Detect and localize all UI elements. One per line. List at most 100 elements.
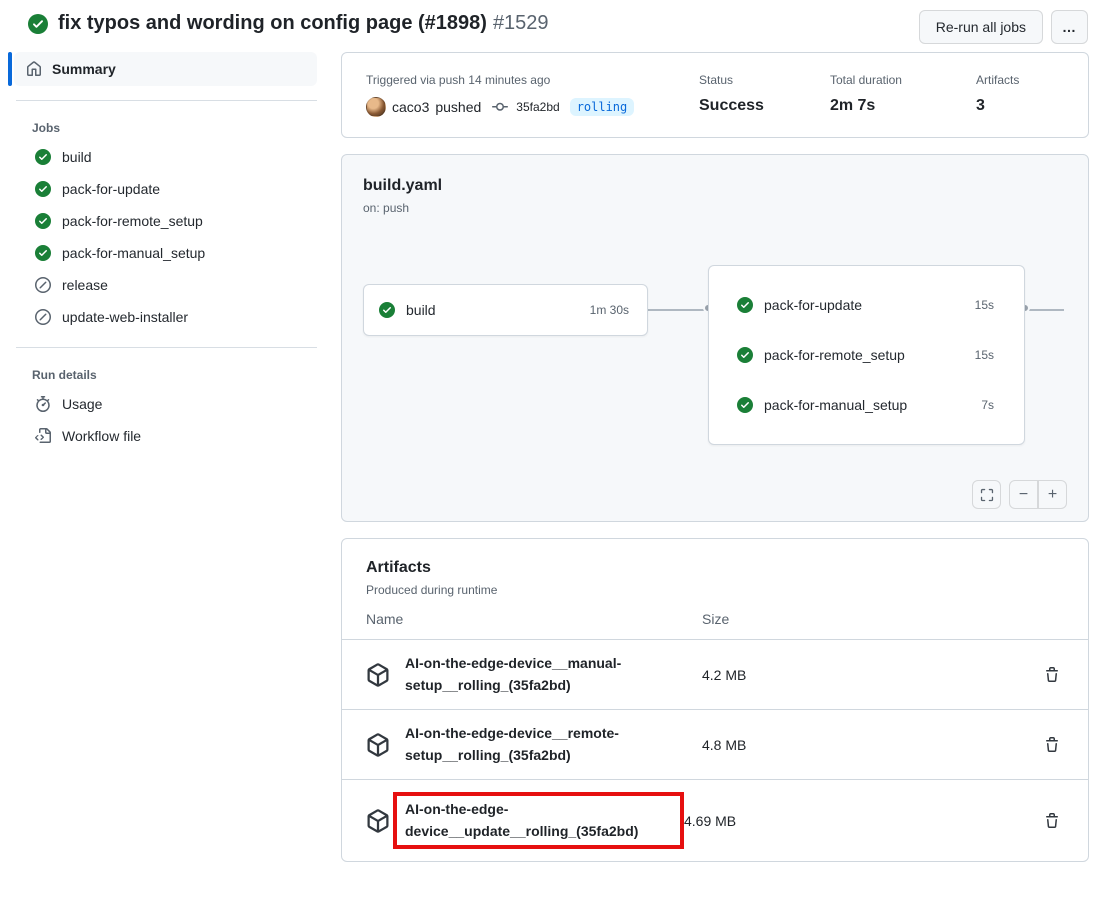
node-label: pack-for-remote_setup xyxy=(764,347,905,363)
skipped-icon xyxy=(35,309,51,325)
sidebar-item-label: Summary xyxy=(52,61,116,77)
artifact-row: AI-on-the-edge-device__update__rolling_(… xyxy=(342,779,1088,861)
main-content: Triggered via push 14 minutes ago caco3 … xyxy=(341,52,1089,862)
node-duration: 15s xyxy=(975,298,994,312)
delete-artifact-button[interactable] xyxy=(1040,733,1064,757)
check-circle-icon xyxy=(35,245,51,261)
node-label: pack-for-update xyxy=(764,297,862,313)
run-details-label: Workflow file xyxy=(62,428,141,444)
page-header: fix typos and wording on config page (#1… xyxy=(0,0,1098,50)
artifact-name[interactable]: AI-on-the-edge-device__remote-setup__rol… xyxy=(405,723,702,766)
graph-node-pack-for-manual-setup[interactable]: pack-for-manual_setup 7s xyxy=(737,397,994,413)
branch-badge[interactable]: rolling xyxy=(570,98,635,116)
more-options-button[interactable]: … xyxy=(1051,10,1088,44)
sidebar-item-job-release[interactable]: release xyxy=(8,269,317,301)
zoom-out-button[interactable]: − xyxy=(1009,480,1038,509)
workflow-graph-header: build.yaml on: push xyxy=(342,177,1088,215)
graph-edge xyxy=(1025,309,1064,311)
job-label: pack-for-remote_setup xyxy=(62,213,203,229)
workflow-graph-canvas[interactable]: build 1m 30s pack-for-update 15s pack-fo… xyxy=(342,225,1088,521)
sidebar-item-summary[interactable]: Summary xyxy=(8,52,317,86)
artifacts-header: Artifacts Produced during runtime xyxy=(342,559,1088,597)
artifact-name-highlighted[interactable]: AI-on-the-edge-device__update__rolling_(… xyxy=(393,792,684,849)
graph-edge xyxy=(648,309,708,311)
trigger-block: Triggered via push 14 minutes ago caco3 … xyxy=(366,73,699,117)
job-label: build xyxy=(62,149,92,165)
node-duration: 1m 30s xyxy=(590,303,629,317)
artifacts-label: Artifacts xyxy=(976,73,1019,87)
actor-line: caco3 pushed 35fa2bd rolling xyxy=(366,97,699,117)
workflow-trigger: on: push xyxy=(363,201,1064,215)
sidebar-item-job-update-web-installer[interactable]: update-web-installer xyxy=(8,301,317,333)
check-circle-icon xyxy=(737,347,753,363)
artifacts-subtitle: Produced during runtime xyxy=(366,583,1064,597)
graph-node-build[interactable]: build 1m 30s xyxy=(363,284,648,336)
actor-name[interactable]: caco3 xyxy=(392,99,429,115)
graph-node-pack-for-remote-setup[interactable]: pack-for-remote_setup 15s xyxy=(737,347,994,363)
run-number: #1529 xyxy=(493,12,549,34)
check-circle-icon xyxy=(737,297,753,313)
avatar[interactable] xyxy=(366,97,386,117)
sidebar-item-usage[interactable]: Usage xyxy=(8,388,317,420)
zoom-in-button[interactable]: + xyxy=(1038,480,1067,509)
graph-node-pack-for-update[interactable]: pack-for-update 15s xyxy=(737,297,994,313)
artifacts-value: 3 xyxy=(976,97,1019,115)
node-label: build xyxy=(406,302,436,318)
artifacts-count-block: Artifacts 3 xyxy=(976,73,1019,117)
column-header-name: Name xyxy=(366,611,702,627)
check-circle-icon xyxy=(35,181,51,197)
selected-accent-bar xyxy=(8,52,12,86)
duration-label: Total duration xyxy=(830,73,902,87)
jobs-heading: Jobs xyxy=(8,101,317,141)
home-icon xyxy=(26,61,42,77)
graph-node-pack-group: pack-for-update 15s pack-for-remote_setu… xyxy=(708,265,1025,445)
actor-action: pushed xyxy=(435,99,481,115)
artifact-size: 4.69 MB xyxy=(684,813,736,829)
artifacts-card: Artifacts Produced during runtime Name S… xyxy=(341,538,1089,862)
content-layout: Summary Jobs build pack-for-update pack-… xyxy=(0,50,1098,862)
zoom-button-group: − + xyxy=(1009,480,1067,509)
job-label: update-web-installer xyxy=(62,309,188,325)
summary-pill: Summary xyxy=(14,52,317,86)
commit-sha[interactable]: 35fa2bd xyxy=(516,100,559,114)
header-buttons: Re-run all jobs … xyxy=(919,10,1088,44)
skipped-icon xyxy=(35,277,51,293)
sidebar-item-workflow-file[interactable]: Workflow file xyxy=(8,420,317,452)
package-icon xyxy=(366,663,390,687)
stopwatch-icon xyxy=(35,396,51,412)
run-title: fix typos and wording on config page (#1… xyxy=(58,12,487,34)
duration-block: Total duration 2m 7s xyxy=(830,73,902,117)
fullscreen-button[interactable] xyxy=(972,480,1001,509)
node-duration: 15s xyxy=(975,348,994,362)
rerun-all-jobs-button[interactable]: Re-run all jobs xyxy=(919,10,1043,44)
node-duration: 7s xyxy=(981,398,994,412)
file-code-icon xyxy=(35,428,51,444)
check-circle-icon xyxy=(35,213,51,229)
sidebar-item-job-pack-for-update[interactable]: pack-for-update xyxy=(8,173,317,205)
run-summary-card: Triggered via push 14 minutes ago caco3 … xyxy=(341,52,1089,138)
artifact-size: 4.2 MB xyxy=(702,667,746,683)
column-header-size: Size xyxy=(702,611,729,627)
sidebar-item-job-build[interactable]: build xyxy=(8,141,317,173)
sidebar: Summary Jobs build pack-for-update pack-… xyxy=(8,52,341,452)
page-title: fix typos and wording on config page (#1… xyxy=(58,12,549,35)
artifacts-column-headers: Name Size xyxy=(342,597,1088,639)
package-icon xyxy=(366,733,390,757)
delete-artifact-button[interactable] xyxy=(1040,663,1064,687)
sidebar-item-job-pack-for-manual-setup[interactable]: pack-for-manual_setup xyxy=(8,237,317,269)
check-circle-icon xyxy=(35,149,51,165)
trigger-line: Triggered via push 14 minutes ago xyxy=(366,73,699,87)
package-icon xyxy=(366,809,390,833)
job-label: pack-for-update xyxy=(62,181,160,197)
status-label: Status xyxy=(699,73,764,87)
delete-artifact-button[interactable] xyxy=(1040,809,1064,833)
status-block: Status Success xyxy=(699,73,764,117)
git-commit-icon xyxy=(492,99,508,115)
run-details-label: Usage xyxy=(62,396,102,412)
check-circle-icon xyxy=(28,14,48,34)
status-value: Success xyxy=(699,97,764,115)
check-circle-icon xyxy=(737,397,753,413)
sidebar-item-job-pack-for-remote-setup[interactable]: pack-for-remote_setup xyxy=(8,205,317,237)
graph-controls: − + xyxy=(972,480,1067,509)
artifact-name[interactable]: AI-on-the-edge-device__manual-setup__rol… xyxy=(405,653,702,696)
